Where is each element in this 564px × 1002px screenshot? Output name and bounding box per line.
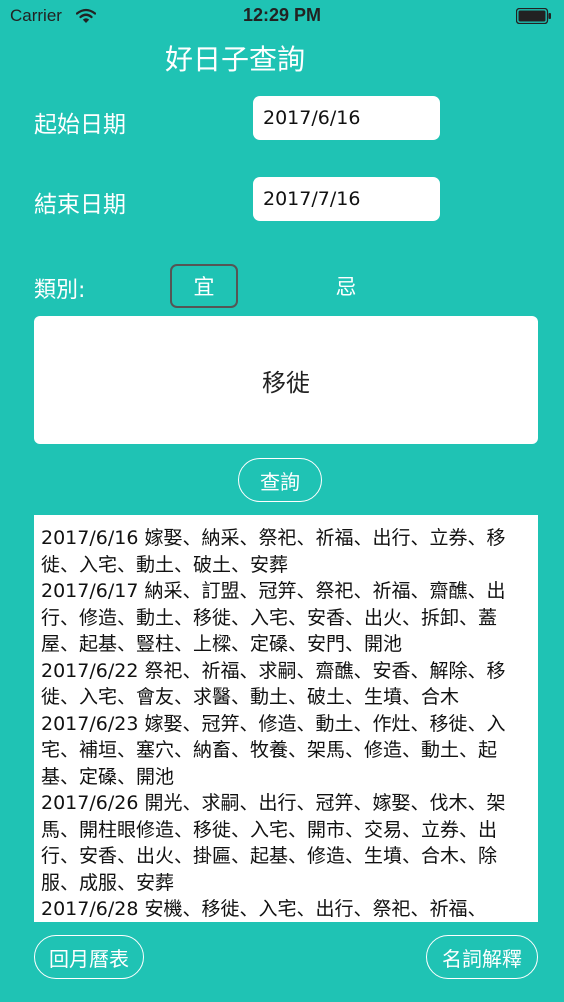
result-item: 2017/6/16 嫁娶、納采、祭祀、祈福、出行、立券、移徙、入宅、動土、破土、… — [41, 525, 531, 578]
selected-activity-label: 移徙 — [262, 368, 310, 397]
start-date-label: 起始日期 — [34, 112, 126, 138]
start-date-input[interactable] — [253, 96, 440, 140]
result-date: 2017/6/17 — [41, 580, 139, 602]
result-date: 2017/6/28 — [41, 898, 139, 920]
clock: 12:29 PM — [242, 5, 322, 25]
result-item: 2017/6/26 開光、求嗣、出行、冠笄、嫁娶、伐木、架馬、開柱眼修造、移徙、… — [41, 790, 531, 896]
selected-activity-picker[interactable]: 移徙 — [34, 316, 538, 444]
tab-inauspicious[interactable]: 忌 — [312, 264, 380, 308]
tab-auspicious[interactable]: 宜 — [170, 264, 238, 308]
result-item: 2017/6/28 安機、移徙、入宅、出行、祭祀、祈福、 — [41, 896, 531, 922]
end-date-input[interactable] — [253, 177, 440, 221]
result-item: 2017/6/17 納采、訂盟、冠笄、祭祀、祈福、齋醮、出行、修造、動土、移徙、… — [41, 578, 531, 658]
result-item: 2017/6/22 祭祀、祈福、求嗣、齋醮、安香、解除、移徙、入宅、會友、求醫、… — [41, 658, 531, 711]
end-date-label: 結束日期 — [34, 192, 126, 218]
glossary-button[interactable]: 名詞解釋 — [426, 935, 538, 979]
result-date: 2017/6/16 — [41, 527, 139, 549]
results-list[interactable]: 2017/6/16 嫁娶、納采、祭祀、祈福、出行、立券、移徙、入宅、動土、破土、… — [34, 515, 538, 922]
category-label: 類別: — [34, 278, 86, 303]
result-item: 2017/6/23 嫁娶、冠笄、修造、動土、作灶、移徙、入宅、補垣、塞穴、納畜、… — [41, 711, 531, 791]
back-to-calendar-button[interactable]: 回月曆表 — [34, 935, 144, 979]
result-activities: 安機、移徙、入宅、出行、祭祀、祈福、 — [144, 898, 487, 920]
result-date: 2017/6/23 — [41, 712, 139, 735]
status-bar: Carrier 12:29 PM — [0, 0, 564, 32]
battery-icon — [515, 7, 552, 28]
query-button[interactable]: 查詢 — [238, 458, 322, 502]
page-title: 好日子查詢 — [165, 43, 306, 76]
result-date: 2017/6/22 — [41, 659, 139, 682]
result-date: 2017/6/26 — [41, 792, 139, 814]
